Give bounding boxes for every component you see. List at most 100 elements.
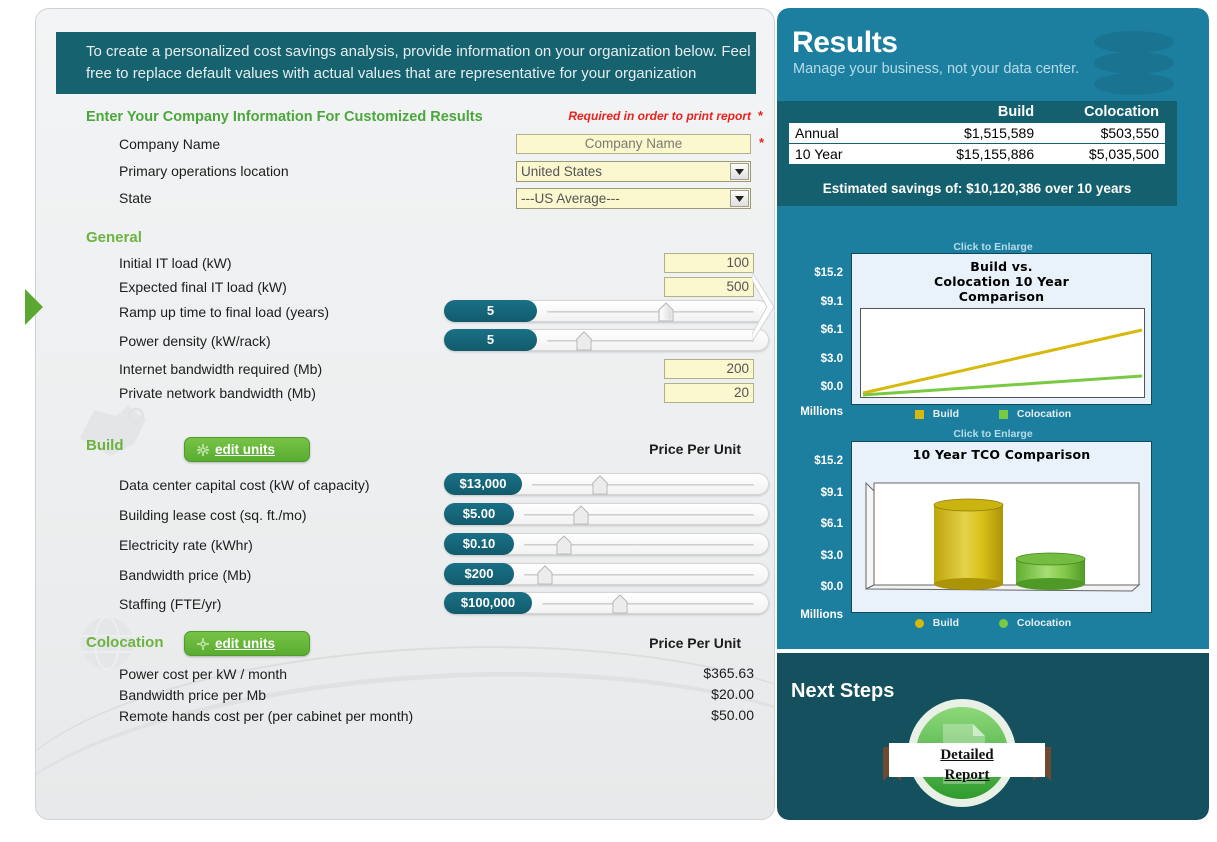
intro-line-1: To create a personalized cost savings an…	[86, 43, 751, 60]
chart2-click-to-enlarge[interactable]: Click to Enlarge	[893, 428, 1093, 440]
row-capital-cost: Data center capital cost (kW of capacity…	[86, 473, 774, 499]
colo-bandwidth-price-value: $20.00	[711, 686, 754, 702]
label-capital-cost: Data center capital cost (kW of capacity…	[119, 477, 370, 493]
final-it-load-input[interactable]: 500	[664, 277, 754, 297]
initial-it-load-input[interactable]: 100	[664, 253, 754, 273]
results-subtitle: Manage your business, not your data cent…	[793, 61, 1080, 77]
tenyear-colocation-value: $5,035,500	[1040, 143, 1165, 165]
label-initial-it-load: Initial IT load (kW)	[119, 255, 232, 271]
colocation-edit-units-label: edit units	[215, 636, 275, 651]
chart1-click-to-enlarge[interactable]: Click to Enlarge	[893, 241, 1093, 253]
chart1-lines	[862, 328, 1143, 397]
row-label-10year: 10 Year	[789, 143, 911, 165]
required-star: *	[758, 108, 764, 123]
intro-line-2: free to replace default values with actu…	[86, 65, 697, 82]
row-state: State ---US Average--- i	[86, 188, 774, 210]
gear-icon	[197, 443, 209, 456]
col-header-build: Build	[997, 104, 1035, 120]
chart-10-year-tco[interactable]: 10 Year TCO Comparison	[851, 441, 1152, 613]
power-density-value: 5	[444, 329, 537, 351]
tenyear-build-value: $15,155,886	[911, 143, 1041, 165]
previous-step-arrow-tab[interactable]	[25, 287, 47, 327]
chart1-y-axis-labels: $15.2 $9.1 $6.1 $3.0 $0.0 Millions	[783, 267, 843, 418]
chart1-ytick-3: $3.0	[820, 352, 843, 365]
slider-thumb[interactable]	[592, 475, 608, 495]
staffing-slider[interactable]: $100,000	[444, 592, 769, 614]
electricity-rate-slider[interactable]: $0.10	[444, 533, 769, 555]
chart1-title-line2: Colocation 10 Year	[934, 274, 1069, 289]
build-edit-units-button[interactable]: edit units	[184, 437, 310, 462]
chevron-down-icon[interactable]	[730, 190, 749, 207]
row-remote-hands: Remote hands cost per (per cabinet per m…	[86, 706, 774, 728]
chart2-y-axis-labels: $15.2 $9.1 $6.1 $3.0 $0.0 Millions	[783, 455, 843, 621]
col-header-blank	[789, 103, 911, 123]
row-company-name: Company Name Company Name * i	[86, 134, 774, 156]
label-final-it-load: Expected final IT load (kW)	[119, 279, 287, 295]
company-name-input[interactable]: Company Name	[516, 134, 751, 154]
detailed-report-link[interactable]: Detailed Report	[883, 745, 1051, 785]
capital-cost-value: $13,000	[444, 473, 522, 495]
colocation-edit-units-button[interactable]: edit units	[184, 631, 310, 656]
label-primary-location: Primary operations location	[119, 163, 289, 179]
row-initial-it-load: Initial IT load (kW) 100 i	[86, 253, 774, 275]
next-step-chevron[interactable]	[752, 272, 782, 342]
row-building-lease: Building lease cost (sq. ft./mo) $5.00 i	[86, 503, 774, 529]
label-staffing: Staffing (FTE/yr)	[119, 596, 222, 612]
annual-build-value: $1,515,589	[911, 123, 1041, 144]
slider-thumb[interactable]	[573, 505, 589, 525]
legend-swatch-colocation	[999, 409, 1008, 419]
build-edit-units-label: edit units	[215, 442, 275, 457]
label-internet-bandwidth: Internet bandwidth required (Mb)	[119, 361, 323, 377]
slider-thumb[interactable]	[576, 331, 592, 351]
slider-thumb[interactable]	[658, 302, 674, 322]
row-internet-bandwidth: Internet bandwidth required (Mb) 200 i	[86, 359, 774, 381]
chart2-legend-colocation: Colocation	[999, 617, 1071, 629]
state-value: ---US Average---	[521, 191, 620, 206]
company-section-heading: Enter Your Company Information For Custo…	[86, 109, 483, 125]
chart2-title: 10 Year TCO Comparison	[912, 447, 1091, 462]
label-ramp-up-time: Ramp up time to final load (years)	[119, 304, 330, 320]
private-bandwidth-input[interactable]: 20	[664, 383, 754, 403]
gear-icon	[197, 637, 209, 650]
chart1-ytick-4: $0.0	[820, 381, 843, 393]
electricity-rate-value: $0.10	[444, 533, 514, 555]
primary-location-select[interactable]: United States	[516, 161, 751, 182]
chart-build-vs-colocation[interactable]: Build vs. Colocation 10 Year Comparison	[851, 253, 1152, 405]
label-electricity-rate: Electricity rate (kWhr)	[119, 537, 253, 553]
capital-cost-slider[interactable]: $13,000	[444, 473, 769, 495]
bandwidth-price-slider[interactable]: $200	[444, 563, 769, 585]
chart1-ytick-0: $15.2	[814, 267, 843, 279]
slider-thumb[interactable]	[612, 594, 628, 614]
row-colo-bandwidth-price: Bandwidth price per Mb $20.00 i	[86, 685, 774, 707]
slider-track	[542, 603, 754, 605]
chart2-ytick-1: $9.1	[820, 486, 843, 499]
label-remote-hands: Remote hands cost per (per cabinet per m…	[119, 708, 414, 724]
legend-label-build: Build	[932, 408, 959, 420]
row-bandwidth-price: Bandwidth price (Mb) $200 i	[86, 563, 774, 589]
chart2-bars	[865, 481, 1141, 592]
slider-track	[547, 311, 754, 313]
label-private-bandwidth: Private network bandwidth (Mb)	[119, 385, 316, 401]
legend-swatch-colocation	[999, 618, 1008, 628]
legend-label-colocation: Colocation	[1016, 617, 1072, 629]
building-lease-slider[interactable]: $5.00	[444, 503, 769, 525]
power-density-slider[interactable]: 5	[444, 329, 769, 351]
col-header-colocation: Colocation	[1084, 104, 1159, 120]
ramp-up-time-slider[interactable]: 5	[444, 300, 769, 322]
chart2-ytick-0: $15.2	[814, 455, 843, 467]
row-ramp-up-time: Ramp up time to final load (years) 5 i	[86, 300, 774, 326]
row-label-annual: Annual	[789, 123, 911, 144]
state-select[interactable]: ---US Average---	[516, 188, 751, 209]
ramp-up-time-value: 5	[444, 300, 537, 322]
label-power-cost: Power cost per kW / month	[119, 666, 288, 682]
internet-bandwidth-input[interactable]: 200	[664, 359, 754, 379]
chevron-down-icon[interactable]	[730, 163, 749, 180]
slider-thumb[interactable]	[537, 565, 553, 585]
legend-swatch-build	[914, 618, 924, 628]
chart1-plot-area	[860, 308, 1145, 398]
label-colo-bandwidth-price: Bandwidth price per Mb	[119, 687, 267, 703]
slider-thumb[interactable]	[556, 535, 572, 555]
results-title: Results	[792, 26, 898, 59]
staffing-value: $100,000	[444, 592, 532, 614]
required-note: Required in order to print report	[568, 109, 751, 123]
